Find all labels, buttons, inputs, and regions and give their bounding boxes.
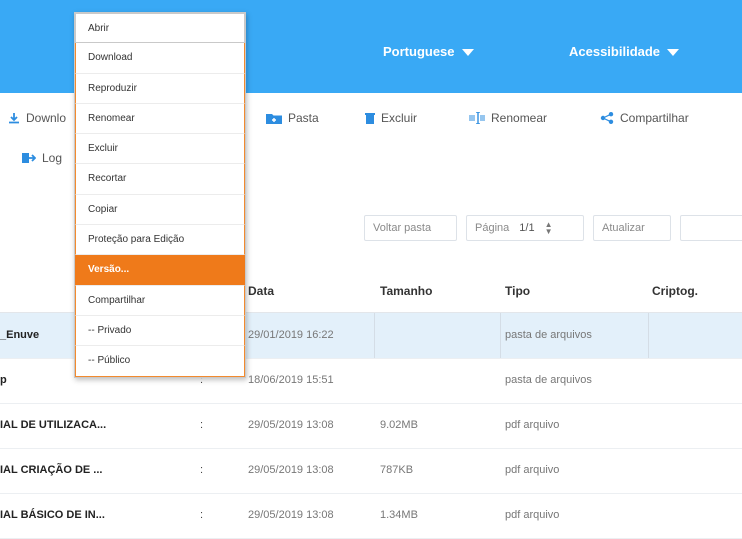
delete-label: Excluir xyxy=(381,111,418,125)
row-menu-icon[interactable]: : xyxy=(200,509,203,521)
column-divider xyxy=(374,313,375,358)
file-name[interactable]: IAL DE UTILIZACA... xyxy=(0,419,106,431)
file-name[interactable]: _Enuve xyxy=(0,329,39,341)
file-type: pdf arquivo xyxy=(505,419,560,431)
accessibility-label: Acessibilidade xyxy=(569,44,661,59)
file-name[interactable]: IAL CRIAÇÃO DE ... xyxy=(0,464,102,476)
file-date: 18/06/2019 15:51 xyxy=(248,374,334,386)
refresh-button[interactable]: Atualizar xyxy=(593,215,671,241)
download-button[interactable]: Downlo xyxy=(8,111,66,125)
menu-item-edit-protection[interactable]: Proteção para Edição xyxy=(75,225,245,256)
file-name[interactable]: p xyxy=(0,374,7,386)
refresh-label: Atualizar xyxy=(602,222,645,234)
trash-icon xyxy=(365,113,375,124)
share-button[interactable]: Compartilhar xyxy=(600,111,689,125)
row-menu-icon[interactable]: : xyxy=(200,464,203,476)
file-date: 29/05/2019 13:08 xyxy=(248,419,334,431)
column-header-date[interactable]: Data xyxy=(248,284,274,298)
menu-item-copy[interactable]: Copiar xyxy=(75,194,245,226)
language-selector[interactable]: Portuguese xyxy=(383,44,474,59)
accessibility-selector[interactable]: Acessibilidade xyxy=(569,44,680,59)
folder-button[interactable]: Pasta xyxy=(266,111,319,125)
delete-button[interactable]: Excluir xyxy=(365,111,417,125)
rename-label: Renomear xyxy=(491,111,548,125)
column-header-size[interactable]: Tamanho xyxy=(380,284,432,298)
column-divider xyxy=(500,313,501,358)
menu-item-version[interactable]: Versão... xyxy=(75,255,245,286)
download-icon xyxy=(9,113,19,124)
file-date: 29/05/2019 13:08 xyxy=(248,509,334,521)
back-folder-button[interactable]: Voltar pasta xyxy=(364,215,457,241)
folder-icon xyxy=(266,114,282,124)
menu-item-private[interactable]: -- Privado xyxy=(75,315,245,347)
menu-item-share[interactable]: Compartilhar xyxy=(75,285,245,316)
file-type: pasta de arquivos xyxy=(505,329,592,341)
file-type: pasta de arquivos xyxy=(505,374,592,386)
file-type: pdf arquivo xyxy=(505,509,560,521)
column-divider xyxy=(648,313,649,358)
page-value: 1/1 xyxy=(519,222,535,234)
context-menu: Abrir Download Reproduzir Renomear Exclu… xyxy=(74,12,246,378)
share-icon xyxy=(600,112,614,124)
menu-item-delete[interactable]: Excluir xyxy=(75,134,245,165)
logout-label: Log xyxy=(42,151,63,165)
menu-item-cut[interactable]: Recortar xyxy=(75,164,245,195)
menu-item-play[interactable]: Reproduzir xyxy=(75,73,245,104)
file-size: 787KB xyxy=(380,464,414,476)
table-row[interactable]: IAL DE UTILIZACA... : 29/05/2019 13:08 9… xyxy=(0,403,742,449)
file-size: 1.34MB xyxy=(380,509,418,521)
chevron-down-icon xyxy=(667,49,680,56)
menu-item-open[interactable]: Abrir xyxy=(75,13,245,44)
file-name[interactable]: IAL BÁSICO DE IN... xyxy=(0,509,105,521)
logout-icon xyxy=(22,153,36,163)
stepper-icon[interactable]: ▲ ▼ xyxy=(545,221,553,236)
menu-item-download[interactable]: Download xyxy=(75,43,245,74)
row-menu-icon[interactable]: : xyxy=(200,419,203,431)
logout-button[interactable]: Log xyxy=(22,151,62,165)
column-header-type[interactable]: Tipo xyxy=(505,284,530,298)
file-date: 29/05/2019 13:08 xyxy=(248,464,334,476)
rename-icon xyxy=(469,112,485,124)
menu-item-public[interactable]: -- Público xyxy=(75,346,245,377)
file-size: 9.02MB xyxy=(380,419,418,431)
chevron-down-icon xyxy=(461,49,474,56)
share-label: Compartilhar xyxy=(620,111,689,125)
folder-label: Pasta xyxy=(288,111,319,125)
menu-item-rename[interactable]: Renomear xyxy=(75,103,245,135)
rename-button[interactable]: Renomear xyxy=(469,111,547,125)
column-header-encryption[interactable]: Criptog. xyxy=(652,284,698,298)
download-label: Downlo xyxy=(26,111,67,125)
page-selector[interactable]: Página 1/1 ▲ ▼ xyxy=(466,215,584,241)
table-row[interactable]: IAL BÁSICO DE IN... : 29/05/2019 13:08 1… xyxy=(0,493,742,539)
back-folder-label: Voltar pasta xyxy=(373,222,432,234)
file-date: 29/01/2019 16:22 xyxy=(248,329,334,341)
search-input[interactable] xyxy=(680,215,742,241)
language-label: Portuguese xyxy=(383,44,455,59)
file-type: pdf arquivo xyxy=(505,464,560,476)
page-label: Página xyxy=(475,222,510,234)
table-row[interactable]: IAL CRIAÇÃO DE ... : 29/05/2019 13:08 78… xyxy=(0,448,742,494)
